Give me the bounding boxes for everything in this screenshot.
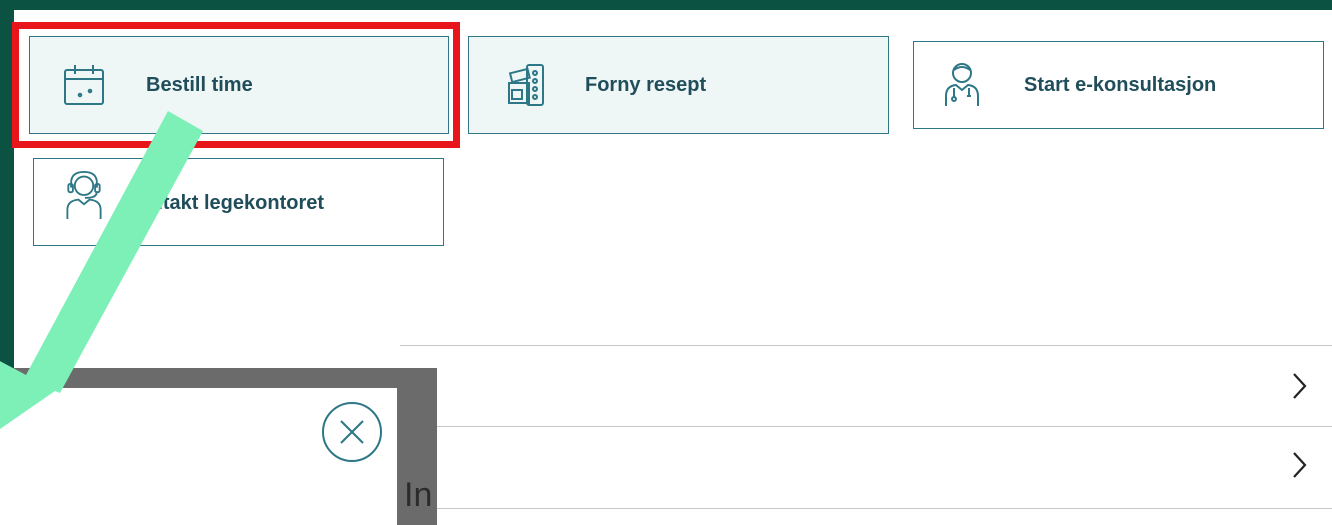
list-row[interactable]: [400, 346, 1332, 426]
header-band: [0, 0, 1332, 10]
contact-office-button[interactable]: Kontakt legekontoret: [33, 158, 444, 246]
prescription-icon: [503, 61, 551, 109]
close-button[interactable]: [320, 400, 384, 464]
list-divider: [400, 508, 1332, 509]
list-row[interactable]: [400, 427, 1332, 507]
chevron-right-icon: [1293, 452, 1307, 478]
page: Bestill time Forny resept Start e-konsul…: [0, 0, 1332, 525]
chevron-right-icon: [1293, 373, 1307, 399]
book-appointment-button[interactable]: Bestill time: [29, 36, 449, 134]
doctor-icon: [938, 60, 986, 108]
renew-prescription-button[interactable]: Forny resept: [468, 36, 889, 134]
headset-icon: [60, 170, 108, 219]
renew-prescription-label: Forny resept: [585, 74, 707, 96]
book-appointment-label: Bestill time: [146, 74, 253, 96]
contact-office-label: Kontakt legekontoret: [124, 192, 325, 214]
partial-heading: In: [404, 476, 433, 514]
calendar-icon: [60, 61, 108, 109]
start-e-consultation-label: Start e-konsultasjon: [1024, 74, 1217, 96]
close-circle-icon: [322, 402, 382, 462]
start-e-consultation-button[interactable]: Start e-konsultasjon: [913, 41, 1324, 129]
